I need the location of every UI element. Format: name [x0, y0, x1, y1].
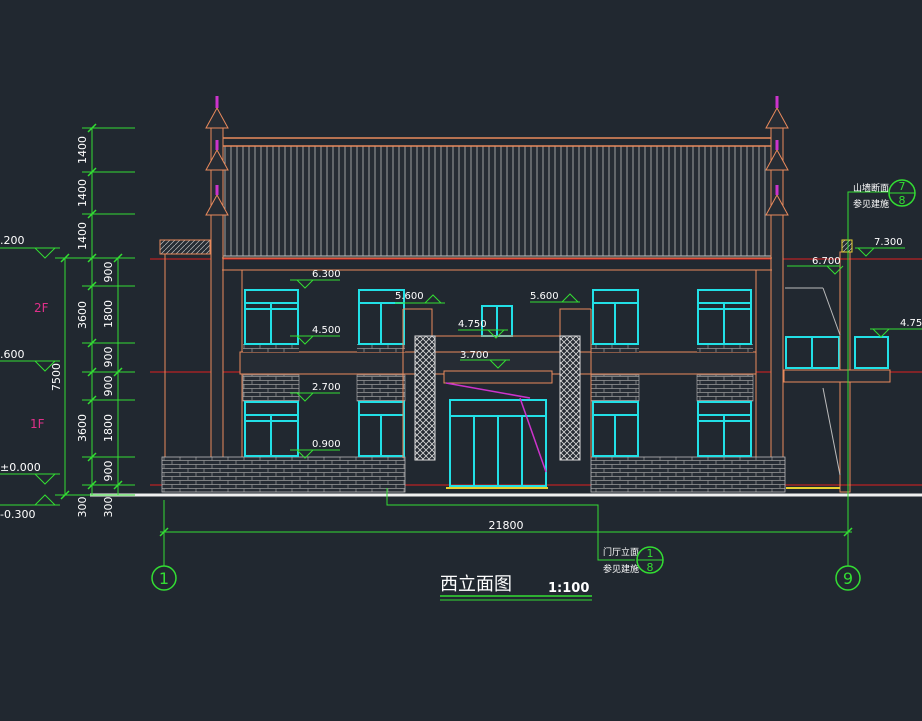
dim-300-b: 300	[76, 497, 89, 518]
overall-width: 21800	[489, 519, 524, 532]
drawing-title: 西立面图 1:100	[440, 574, 592, 601]
window-2f-3	[592, 289, 639, 345]
brick-strip-r1	[591, 344, 639, 352]
level-left-minus: -0.300	[0, 508, 35, 521]
svg-text:门厅立面: 门厅立面	[603, 546, 639, 558]
lattice-left	[414, 335, 436, 461]
right-wing	[783, 251, 891, 493]
window-right-wing-2	[854, 336, 889, 369]
dim-900-c: 900	[102, 376, 115, 397]
dim-1800-b: 1800	[102, 414, 115, 442]
elev-4750-right: 4.750	[900, 318, 922, 329]
dim-1400-b: 1400	[76, 179, 89, 207]
svg-text:1: 1	[159, 569, 169, 588]
drawing-title-text: 西立面图	[440, 574, 512, 595]
brick-band-l1	[242, 374, 300, 402]
elev-5600-a: 5.600	[395, 291, 424, 302]
plinth-left	[161, 456, 406, 493]
brick-strip-l2	[357, 344, 405, 352]
dim-900-a: 900	[102, 262, 115, 283]
detail-callout-top: 山墙断面 参见建施 7 8	[853, 179, 916, 210]
lattice-right	[559, 335, 581, 461]
elev-6300: 6.300	[312, 269, 341, 280]
dim-900-b: 900	[102, 347, 115, 368]
left-side-roof	[159, 239, 211, 255]
svg-text:山墙断面: 山墙断面	[853, 182, 889, 194]
entrance-canopy	[443, 370, 553, 384]
brick-strip-r2	[697, 344, 753, 352]
elev-4500: 4.500	[312, 325, 341, 336]
elev-6700: 6.700	[812, 256, 841, 267]
drawing-scale: 1:100	[548, 581, 589, 596]
brick-strip-l1	[243, 344, 299, 352]
svg-text:7: 7	[899, 180, 906, 193]
elev-2700: 2.700	[312, 382, 341, 393]
level-left-mid: .600	[0, 348, 25, 361]
brick-band-l2	[356, 374, 406, 402]
svg-text:参见建施: 参见建施	[603, 563, 639, 575]
window-2f-4	[697, 289, 752, 345]
window-right-wing-1	[785, 336, 840, 369]
right-parapet-cap	[841, 239, 853, 253]
elev-3700: 3.700	[460, 350, 489, 361]
dim-300-a: 300	[102, 497, 115, 518]
window-1f-3	[592, 401, 639, 457]
elev-4750: 4.750	[458, 319, 487, 330]
dim-1800-a: 1800	[102, 300, 115, 328]
svg-text:1: 1	[647, 547, 654, 560]
brick-band-r1	[590, 374, 640, 402]
door-entrance	[449, 399, 547, 487]
dim-7500: 7500	[50, 363, 63, 391]
door-swing-line	[519, 397, 547, 473]
elevation-drawing: 1400 1400 1400 900 1800 900 900 1800 900…	[0, 96, 922, 601]
dim-1400-c: 1400	[76, 222, 89, 250]
window-1f-2	[358, 401, 405, 457]
level-left-zero: ±0.000	[0, 461, 41, 474]
window-1f-4	[697, 401, 752, 457]
svg-text:8: 8	[899, 194, 906, 207]
window-1f-1	[244, 401, 299, 457]
svg-text:9: 9	[843, 569, 853, 588]
svg-text:参见建施: 参见建施	[853, 198, 889, 210]
elev-0900: 0.900	[312, 439, 341, 450]
canopy-beam	[445, 382, 531, 399]
axis-bubble-9: 9	[835, 565, 861, 591]
brick-band-r2	[696, 374, 754, 402]
vertical-dimensions	[55, 127, 135, 496]
floor-label-2f: 2F	[34, 301, 49, 315]
plinth-right	[590, 456, 786, 493]
level-left-top: .200	[0, 234, 25, 247]
floor-label-1f: 1F	[30, 417, 45, 431]
dim-900-d: 900	[102, 461, 115, 482]
dim-1400-a: 1400	[76, 136, 89, 164]
dim-3600-a: 3600	[76, 301, 89, 329]
axis-bubble-1: 1	[151, 565, 177, 591]
dim-3600-b: 3600	[76, 414, 89, 442]
svg-text:8: 8	[647, 561, 654, 574]
elev-7300: 7.300	[874, 237, 903, 248]
roof-tiles	[221, 145, 773, 257]
elev-5600-b: 5.600	[530, 291, 559, 302]
